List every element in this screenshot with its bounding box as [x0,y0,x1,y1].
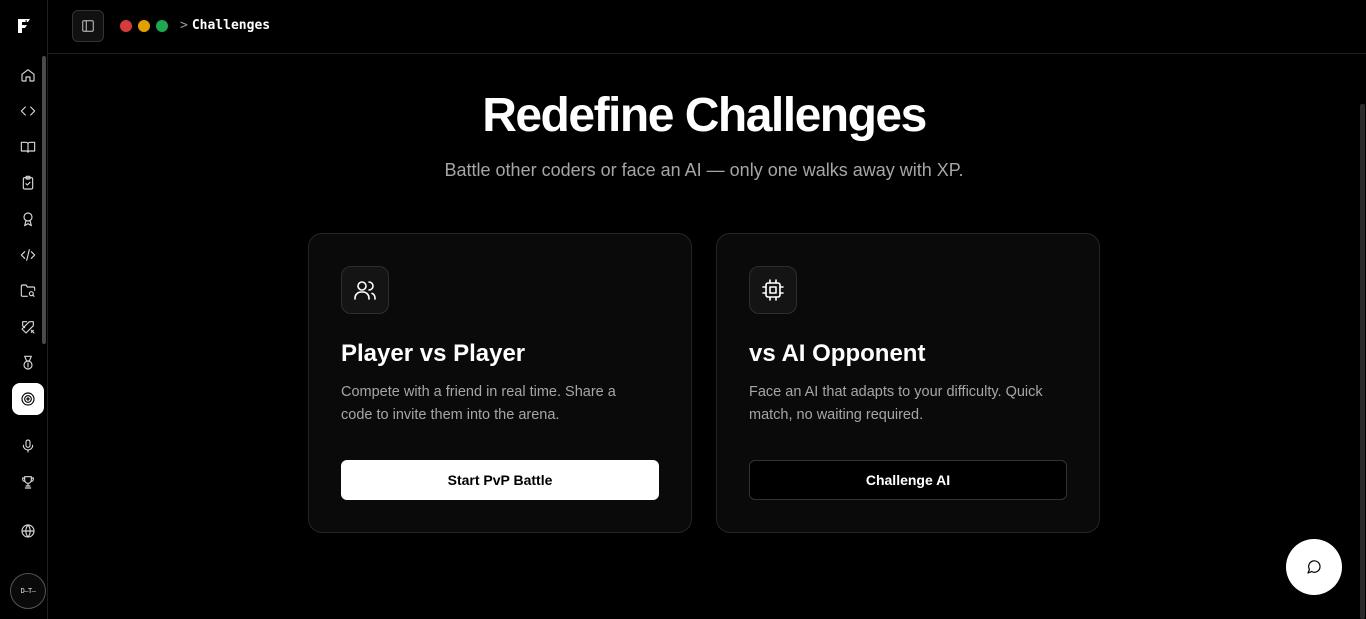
card-title: Player vs Player [341,340,526,367]
pvp-card: Player vs Player Compete with a friend i… [308,233,692,533]
breadcrumb-separator: > [180,18,188,33]
breadcrumb-current: Challenges [191,18,271,33]
award-icon [23,212,33,227]
avatar[interactable]: D—T— [10,573,46,609]
traffic-light-yellow [138,20,150,32]
traffic-light-green [156,20,168,32]
swords-icon [21,321,35,334]
challenge-ai-button[interactable]: Challenge AI [749,460,1067,500]
card-description: Compete with a friend in real time. Shar… [341,384,616,423]
home-icon [21,69,35,82]
sidebar-item-challenges[interactable] [12,383,44,415]
sidebar-scrollbar[interactable] [42,56,46,344]
code-brackets-icon [20,106,36,116]
page-subtitle: Battle other coders or face an AI — only… [444,160,964,180]
sidebar-item-code[interactable] [12,95,44,127]
sidebar-item-awards[interactable] [12,203,44,235]
sidebar-item-community[interactable] [12,515,44,547]
sidebar-item-learn[interactable] [12,131,44,163]
sidebar-item-leaderboard[interactable] [12,466,44,498]
target-icon [21,392,35,406]
panel-left-icon [82,20,94,32]
flame-f-logo-icon[interactable] [14,16,34,36]
cpu-icon [749,266,797,314]
sidebar-item-badges[interactable] [12,347,44,379]
card-title: vs AI Opponent [749,340,926,367]
folder-search-icon [20,284,36,297]
ai-card: vs AI Opponent Face an AI that adapts to… [716,233,1100,533]
trophy-icon [22,476,34,489]
sidebar-item-tasks[interactable] [12,167,44,199]
book-open-icon [20,141,36,153]
users-icon [341,266,389,314]
page-title: Redefine Challenges [482,89,927,142]
sidebar-item-snippets[interactable] [12,239,44,271]
chat-bubble-icon [1307,560,1321,574]
traffic-light-red [120,20,132,32]
sidebar-item-home[interactable] [12,59,44,91]
sidebar-toggle-button[interactable] [72,10,104,42]
globe-icon [21,524,35,538]
microphone-icon [22,439,34,453]
breadcrumb: > Challenges [180,18,270,33]
sidebar: D—T— [0,0,48,619]
sidebar-item-voice[interactable] [12,430,44,462]
sidebar-item-projects[interactable] [12,275,44,307]
sidebar-item-battles[interactable] [12,311,44,343]
chat-button[interactable] [1286,539,1342,595]
clipboard-check-icon [22,175,34,190]
main-scrollbar[interactable] [1360,104,1365,619]
code-slash-icon [20,249,36,261]
medal-icon [23,355,33,370]
start-pvp-battle-button[interactable]: Start PvP Battle [341,460,659,500]
card-description: Face an AI that adapts to your difficult… [749,384,1043,423]
top-bar: > Challenges [48,0,1366,54]
